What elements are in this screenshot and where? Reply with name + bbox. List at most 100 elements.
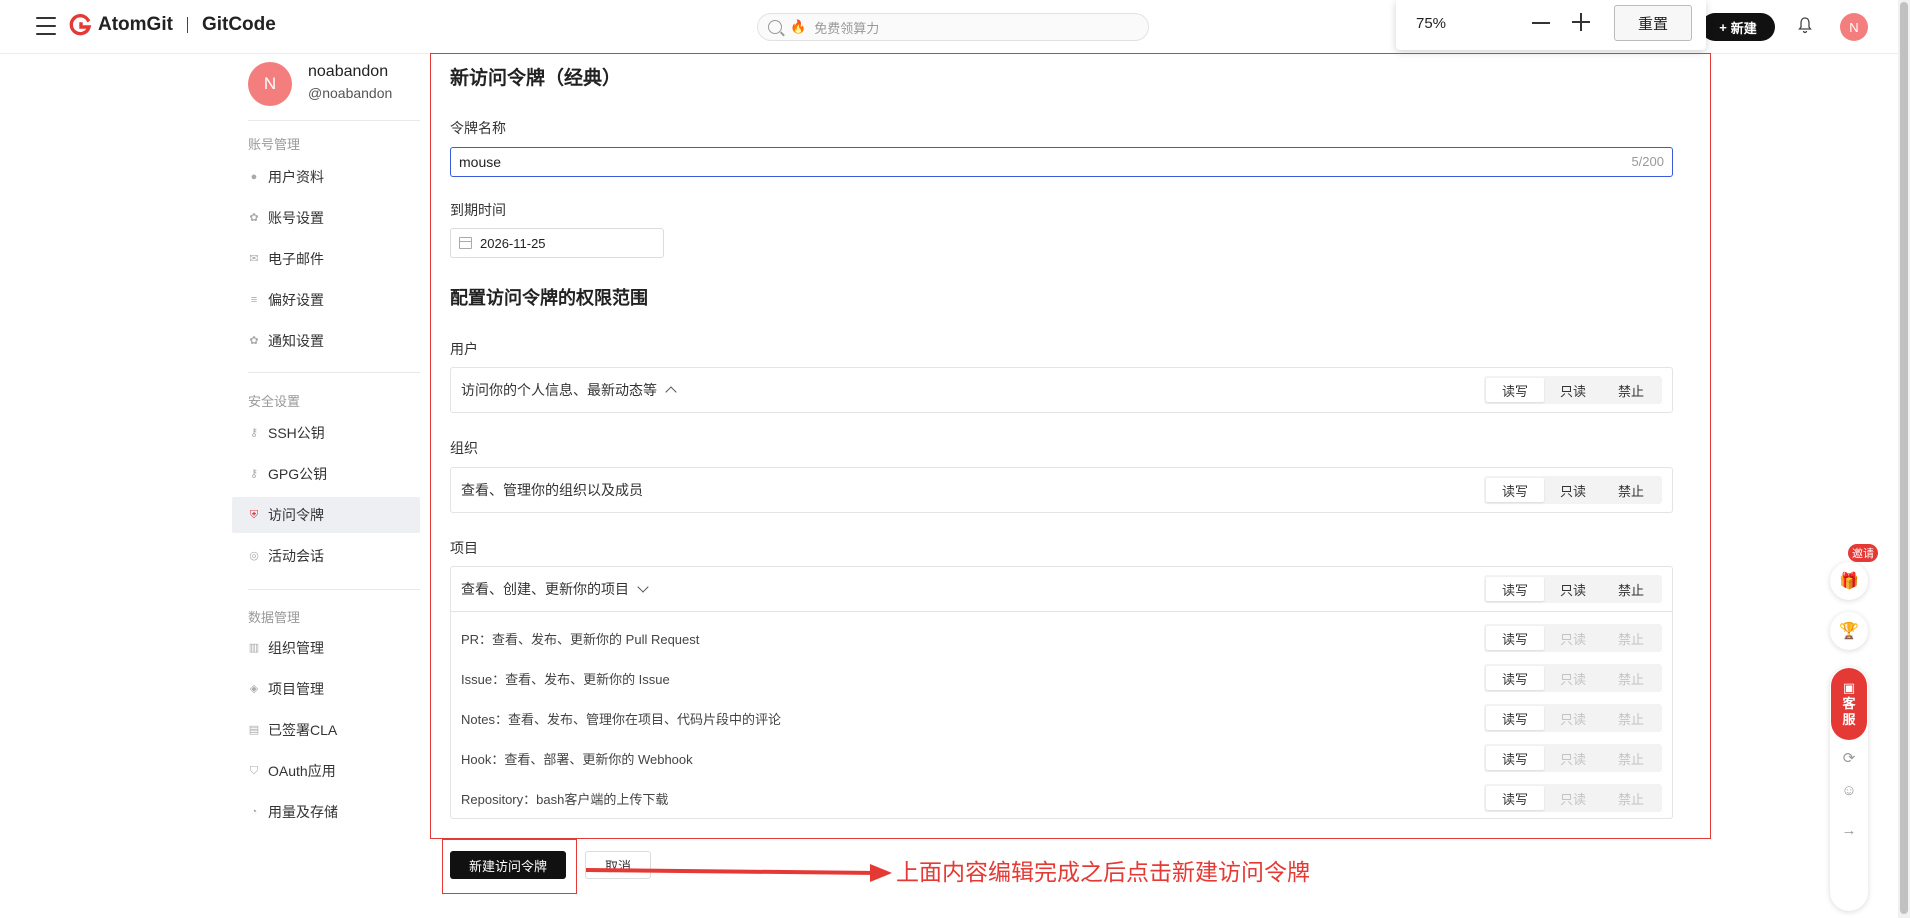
page-title: 新访问令牌（经典）: [450, 68, 622, 89]
zoom-out-button[interactable]: [1532, 22, 1550, 24]
building-icon: ▥: [248, 642, 260, 654]
perm-subrow-notes: Notes：查看、发布、管理你在项目、代码片段中的评论 读写 只读 禁止: [451, 698, 1672, 738]
sidebar-item-gpg[interactable]: ⚷ GPG公钥: [232, 456, 420, 492]
sidebar-item-organizations[interactable]: ▥ 组织管理: [232, 630, 420, 666]
mail-icon: ✉: [249, 253, 259, 265]
logo[interactable]: AtomGit GitCode: [68, 13, 276, 37]
option-deny[interactable]: 禁止: [1602, 378, 1660, 402]
search-icon: [768, 20, 782, 34]
permission-toggle: 读写 只读 禁止: [1484, 704, 1662, 732]
permission-toggle: 读写 只读 禁止: [1484, 376, 1662, 404]
support-label-1: 客: [1842, 696, 1856, 711]
product-name: GitCode: [201, 14, 276, 35]
sidebar-item-label: 用量及存储: [268, 804, 338, 820]
sidebar-item-label: 已签署CLA: [268, 722, 338, 738]
atomgit-logo-icon: [69, 13, 92, 36]
token-name-value: mouse: [459, 154, 502, 170]
smile-icon[interactable]: ☺: [1839, 781, 1859, 801]
option-read-write[interactable]: 读写: [1486, 577, 1544, 601]
refresh-icon[interactable]: ⟳: [1839, 749, 1859, 769]
sidebar-item-label: 用户资料: [268, 169, 324, 185]
zoom-reset-button[interactable]: 重置: [1614, 5, 1692, 41]
key-icon: ⚷: [249, 468, 259, 480]
sidebar-item-cla[interactable]: ▤ 已签署CLA: [232, 712, 420, 748]
option-read-write[interactable]: 读写: [1486, 626, 1544, 650]
sidebar-item-label: 账号设置: [268, 210, 324, 226]
sidebar-item-email[interactable]: ✉ 电子邮件: [232, 241, 420, 277]
zoom-in-button[interactable]: [1572, 13, 1590, 31]
permission-toggle: 读写 只读 禁止: [1484, 664, 1662, 692]
sidebar-item-ssh[interactable]: ⚷ SSH公钥: [232, 415, 420, 451]
perm-row-org: 查看、管理你的组织以及成员 读写 只读 禁止: [451, 468, 1672, 512]
sidebar-item-projects[interactable]: ◈ 项目管理: [232, 671, 420, 707]
gift-icon[interactable]: 🎁: [1830, 562, 1868, 600]
bell-icon[interactable]: [1797, 16, 1813, 34]
option-read-only[interactable]: 只读: [1544, 478, 1602, 502]
brand-name: AtomGit: [98, 14, 173, 35]
search-input[interactable]: 🔥 免费领算力: [757, 13, 1149, 41]
option-deny: 禁止: [1617, 751, 1644, 767]
sidebar-item-sessions[interactable]: ◎ 活动会话: [232, 538, 420, 574]
option-read-write[interactable]: 读写: [1486, 786, 1544, 810]
user-avatar[interactable]: N: [1840, 13, 1868, 41]
profile-name: noabandon: [308, 63, 389, 80]
sidebar-item-label: 电子邮件: [268, 251, 324, 267]
option-deny[interactable]: 禁止: [1602, 577, 1660, 601]
option-read-only[interactable]: 只读: [1544, 577, 1602, 601]
expire-date-picker[interactable]: 2026-11-25: [450, 228, 664, 258]
option-read-write[interactable]: 读写: [1486, 378, 1544, 402]
option-read-only[interactable]: 只读: [1544, 378, 1602, 402]
perm-summary: 查看、管理你的组织以及成员: [461, 482, 643, 498]
chevron-up-icon[interactable]: [665, 386, 677, 398]
sidebar-item-label: 通知设置: [268, 333, 324, 349]
arrow-right-icon[interactable]: →: [1839, 821, 1859, 841]
option-read-only: 只读: [1559, 791, 1586, 807]
document-icon: ▤: [248, 724, 260, 736]
chevron-down-icon[interactable]: [637, 581, 649, 593]
customer-service-button[interactable]: ▣ 客 服: [1831, 668, 1867, 740]
option-read-only: 只读: [1559, 711, 1586, 727]
support-label-2: 服: [1842, 712, 1856, 727]
menu-icon[interactable]: [36, 17, 56, 35]
gear-icon: ✿: [249, 212, 259, 224]
create-token-button[interactable]: 新建访问令牌: [450, 851, 566, 879]
new-button[interactable]: + 新建: [1701, 13, 1775, 41]
sidebar-item-access-token[interactable]: ⛨ 访问令牌: [232, 497, 420, 533]
perm-sub-label: Hook：查看、部署、更新你的 Webhook: [461, 751, 693, 767]
broadcast-icon: ◎: [249, 550, 259, 562]
group-label-project: 项目: [450, 540, 478, 556]
option-deny: 禁止: [1617, 671, 1644, 687]
sidebar-item-oauth[interactable]: ⛉ OAuth应用: [232, 753, 420, 789]
annotation-text: 上面内容编辑完成之后点击新建访问令牌: [896, 859, 1310, 885]
sidebar-item-notifications[interactable]: ✿ 通知设置: [232, 323, 420, 359]
perm-sub-label: Notes：查看、发布、管理你在项目、代码片段中的评论: [461, 711, 781, 727]
option-read-write[interactable]: 读写: [1486, 746, 1544, 770]
option-deny: 禁止: [1617, 711, 1644, 727]
sidebar-item-profile[interactable]: ● 用户资料: [232, 159, 420, 195]
expire-label: 到期时间: [450, 202, 506, 218]
sidebar-item-preferences[interactable]: ≡ 偏好设置: [232, 282, 420, 318]
shield-icon: ⛨: [249, 509, 259, 521]
shield-check-icon: ⛉: [249, 765, 259, 777]
option-deny: 禁止: [1617, 631, 1644, 647]
profile-avatar: N: [248, 62, 292, 106]
perm-sub-label: Repository：bash客户端的上传下载: [461, 791, 669, 807]
layers-icon: ◈: [249, 683, 259, 695]
sidebar-item-label: 活动会话: [268, 548, 324, 564]
token-name-input[interactable]: mouse 5/200: [450, 147, 1673, 177]
invite-badge[interactable]: 邀请: [1848, 544, 1878, 562]
perm-row-project: 查看、创建、更新你的项目 读写 只读 禁止: [451, 567, 1672, 611]
trophy-icon[interactable]: 🏆: [1830, 612, 1868, 650]
option-read-write[interactable]: 读写: [1486, 478, 1544, 502]
option-deny[interactable]: 禁止: [1602, 478, 1660, 502]
sidebar-item-usage[interactable]: ◔ 用量及存储: [232, 794, 420, 830]
sidebar-item-account[interactable]: ✿ 账号设置: [232, 200, 420, 236]
scrollbar-thumb[interactable]: [1900, 2, 1908, 914]
permission-toggle: 读写 只读 禁止: [1484, 575, 1662, 603]
group-label-user: 用户: [450, 341, 478, 357]
permission-toggle: 读写 只读 禁止: [1484, 784, 1662, 812]
option-read-write[interactable]: 读写: [1486, 666, 1544, 690]
option-read-write[interactable]: 读写: [1486, 706, 1544, 730]
user-icon: ●: [250, 171, 258, 183]
annotation-arrow: [585, 864, 892, 882]
